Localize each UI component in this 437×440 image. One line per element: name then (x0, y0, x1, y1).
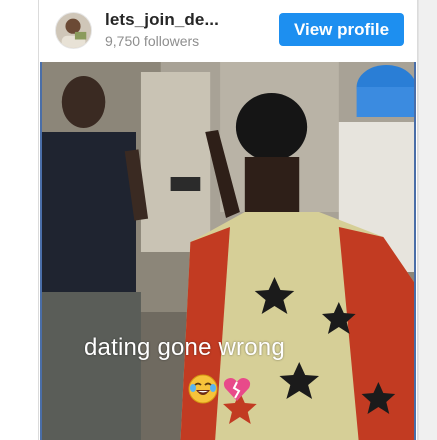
scrollbar-track[interactable] (418, 0, 437, 440)
joy-emoji-icon (188, 374, 218, 404)
profile-avatar[interactable] (55, 12, 92, 49)
instagram-embed-card: lets_join_de... 9,750 followers View pro… (38, 0, 418, 440)
profile-username[interactable]: lets_join_de... (105, 10, 265, 30)
view-profile-button[interactable]: View profile (279, 13, 404, 46)
video-caption: dating gone wrong (84, 334, 285, 361)
caption-emojis (188, 374, 252, 404)
broken-heart-icon (222, 374, 252, 404)
embed-header: lets_join_de... 9,750 followers View pro… (39, 0, 417, 60)
video-media[interactable]: dating gone wrong (40, 62, 416, 440)
follower-count: 9,750 followers (105, 33, 200, 49)
